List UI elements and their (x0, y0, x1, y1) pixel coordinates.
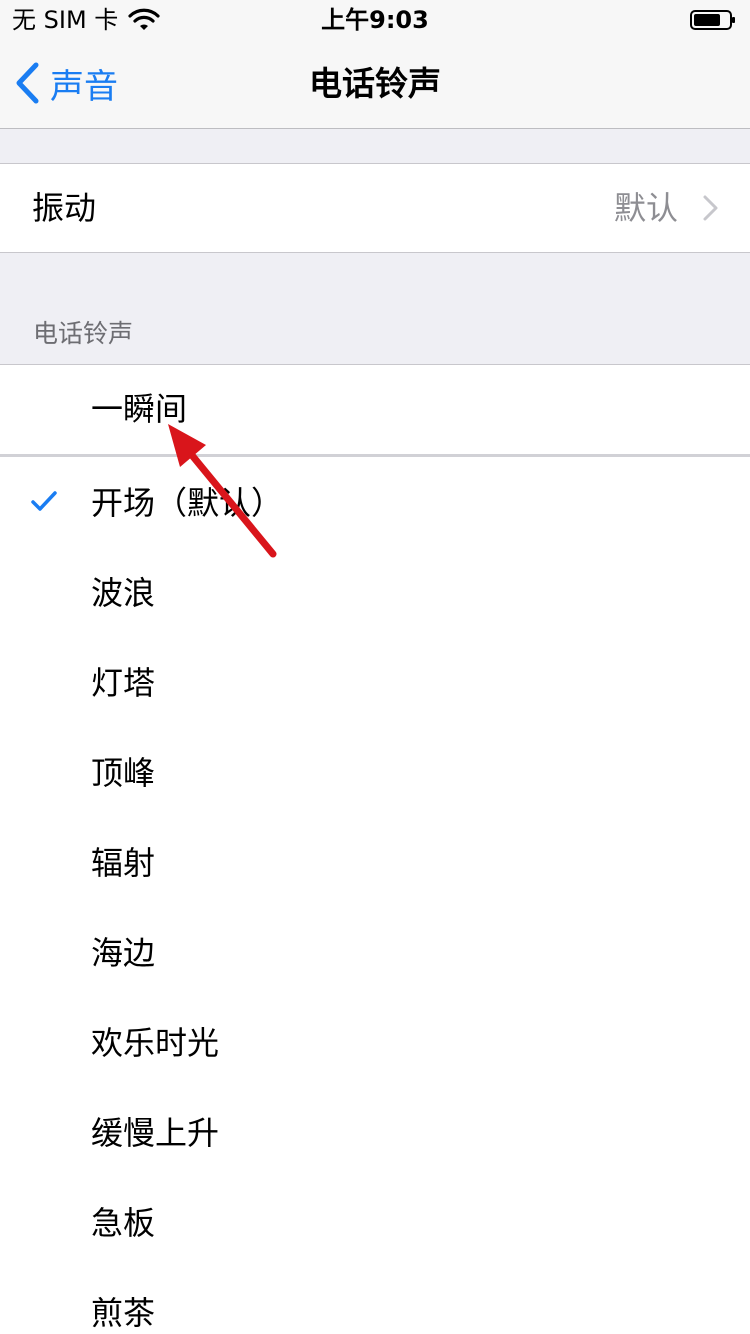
ringtone-label: 急板 (91, 1204, 156, 1242)
ringtone-item[interactable]: 欢乐时光 (0, 997, 750, 1087)
ringtone-label: 辐射 (91, 844, 156, 882)
ringtone-item[interactable]: 顶峰 (0, 727, 750, 817)
ringtone-item[interactable]: 缓慢上升 (0, 1087, 750, 1177)
ringtone-label: 缓慢上升 (91, 1114, 220, 1152)
ringtone-label: 海边 (91, 934, 156, 972)
ringtone-label: 开场（默认） (91, 484, 284, 522)
vibration-label: 振动 (32, 189, 97, 227)
checkmark-icon (31, 491, 57, 511)
vibration-value: 默认 (613, 189, 678, 227)
ringtone-item-top[interactable]: 一瞬间 (0, 365, 750, 454)
ringtone-item[interactable]: 煎茶 (0, 1267, 750, 1334)
section-header: 电话铃声 (33, 319, 134, 348)
status-bar: 无 SIM 卡 上午9:03 (0, 0, 750, 40)
ringtone-label: 波浪 (91, 574, 156, 612)
battery-icon (690, 10, 735, 30)
ringtone-settings-screen: 无 SIM 卡 上午9:03 声音 电话铃声 振动 默认 电话铃声 一瞬间 开场… (0, 0, 750, 1334)
ringtone-label: 煎茶 (91, 1294, 156, 1332)
ringtone-label: 欢乐时光 (91, 1024, 220, 1062)
chevron-right-icon (703, 195, 718, 221)
ringtone-item[interactable]: 海边 (0, 907, 750, 997)
ringtone-item[interactable]: 灯塔 (0, 637, 750, 727)
ringtone-item[interactable]: 波浪 (0, 547, 750, 637)
ringtone-item[interactable]: 急板 (0, 1177, 750, 1267)
vibration-row[interactable]: 振动 默认 (0, 164, 750, 252)
ringtone-label: 一瞬间 (91, 390, 188, 428)
ringtone-label: 灯塔 (91, 664, 156, 702)
ringtone-item[interactable]: 开场（默认） (0, 457, 750, 547)
group-spacer-top (0, 129, 750, 163)
ringtone-label: 顶峰 (91, 754, 156, 792)
status-time: 上午9:03 (321, 6, 429, 34)
navigation-bar: 声音 电话铃声 (0, 40, 750, 129)
ringtone-item[interactable]: 辐射 (0, 817, 750, 907)
page-title: 电话铃声 (309, 64, 441, 103)
